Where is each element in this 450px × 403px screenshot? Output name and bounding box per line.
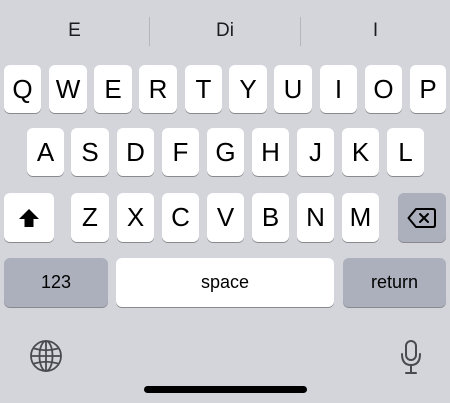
- suggestion-2[interactable]: Di: [150, 0, 300, 62]
- key-n[interactable]: N: [297, 193, 334, 242]
- key-b[interactable]: B: [252, 193, 289, 242]
- key-k[interactable]: K: [342, 128, 379, 176]
- key-d[interactable]: D: [117, 128, 154, 176]
- key-c[interactable]: C: [162, 193, 199, 242]
- key-g[interactable]: G: [207, 128, 244, 176]
- suggestion-3[interactable]: I: [301, 0, 450, 62]
- key-z[interactable]: Z: [71, 193, 109, 242]
- key-j[interactable]: J: [297, 128, 334, 176]
- dictation-button[interactable]: [396, 337, 426, 377]
- key-t[interactable]: T: [185, 65, 222, 113]
- shift-key[interactable]: [4, 193, 54, 242]
- keyboard: E Di I Q W E R T Y U I O P A S D F G H J…: [0, 0, 450, 403]
- suggestion-bar: E Di I: [0, 0, 450, 58]
- key-s[interactable]: S: [71, 128, 109, 176]
- suggestion-1[interactable]: E: [0, 0, 149, 62]
- key-q[interactable]: Q: [4, 65, 41, 113]
- key-w[interactable]: W: [49, 65, 87, 113]
- numbers-key[interactable]: 123: [4, 258, 108, 307]
- key-l[interactable]: L: [387, 128, 424, 176]
- key-x[interactable]: X: [117, 193, 154, 242]
- space-key[interactable]: space: [116, 258, 334, 307]
- key-p[interactable]: P: [410, 65, 446, 113]
- key-m[interactable]: M: [342, 193, 379, 242]
- globe-button[interactable]: [27, 337, 65, 375]
- delete-icon: [407, 207, 437, 229]
- key-u[interactable]: U: [274, 65, 312, 113]
- return-key[interactable]: return: [343, 258, 446, 307]
- key-f[interactable]: F: [162, 128, 199, 176]
- delete-key[interactable]: [398, 193, 446, 242]
- key-a[interactable]: A: [27, 128, 64, 176]
- key-e[interactable]: E: [94, 65, 132, 113]
- shift-icon: [18, 208, 40, 228]
- key-o[interactable]: O: [365, 65, 402, 113]
- key-y[interactable]: Y: [229, 65, 267, 113]
- microphone-icon: [400, 339, 422, 375]
- key-h[interactable]: H: [252, 128, 289, 176]
- key-r[interactable]: R: [139, 65, 177, 113]
- key-i[interactable]: I: [320, 65, 357, 113]
- key-v[interactable]: V: [207, 193, 244, 242]
- home-indicator[interactable]: [144, 386, 307, 393]
- globe-icon: [29, 339, 63, 373]
